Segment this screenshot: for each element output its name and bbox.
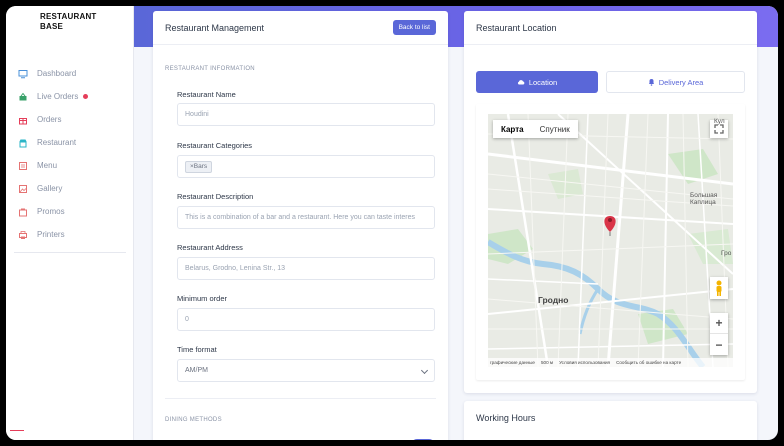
section-divider — [165, 398, 436, 399]
management-header: Restaurant Management Back to list — [153, 11, 448, 45]
printer-icon — [19, 230, 27, 239]
management-title: Restaurant Management — [165, 22, 265, 33]
description-input[interactable]: This is a combination of a bar and a res… — [177, 206, 435, 229]
tab-delivery-area[interactable]: Delivery Area — [606, 71, 745, 93]
time-format-select[interactable]: AM/PM — [177, 359, 435, 382]
map-city-label: Гродно — [538, 295, 569, 305]
brand-logo[interactable]: RESTAURANT BASE — [40, 12, 97, 32]
sidebar-item-restaurant[interactable]: Restaurant — [6, 131, 134, 154]
zoom-out-button[interactable]: − — [710, 334, 728, 355]
tag-icon — [19, 208, 27, 216]
sidebar-divider — [14, 252, 126, 253]
google-map[interactable]: Карта Спутник Кул Большая Каплица Гро Гр… — [488, 114, 733, 367]
time-format-label: Time format — [177, 345, 217, 354]
gift-icon — [19, 117, 27, 124]
map-footer: графические данные 500 м Условия использ… — [488, 358, 733, 367]
sidebar-item-dashboard[interactable]: Dashboard — [6, 62, 134, 85]
map-container: Карта Спутник Кул Большая Каплица Гро Гр… — [476, 104, 745, 380]
map-data-attribution: графические данные — [490, 360, 535, 365]
name-label: Restaurant Name — [177, 90, 236, 99]
category-tag[interactable]: × Bars — [185, 160, 213, 173]
image-icon — [19, 184, 27, 193]
map-type-map-button[interactable]: Карта — [493, 120, 532, 138]
sidebar-nav: Dashboard Live Orders Orders Restaurant … — [6, 62, 134, 253]
categories-select[interactable]: × Bars — [177, 155, 435, 178]
location-header: Restaurant Location — [464, 11, 757, 45]
map-scale: 500 м — [540, 360, 554, 365]
working-hours-card: Working Hours — [464, 401, 757, 440]
menu-icon — [19, 161, 27, 170]
monitor-icon — [18, 69, 28, 78]
map-label-top-right: Кул — [714, 118, 725, 125]
zoom-in-button[interactable]: + — [710, 313, 728, 334]
location-card: Restaurant Location Location Delivery Ar… — [464, 11, 757, 393]
cloud-icon — [517, 80, 525, 85]
basket-icon — [19, 92, 27, 100]
management-card: Restaurant Management Back to list RESTA… — [153, 11, 448, 440]
section-restaurant-info: RESTAURANT INFORMATION — [165, 66, 255, 72]
back-to-list-button[interactable]: Back to list — [392, 20, 436, 35]
map-type-satellite-button[interactable]: Спутник — [532, 120, 578, 138]
zoom-control: + − — [710, 313, 728, 355]
description-label: Restaurant Description — [177, 192, 254, 201]
section-dining-methods: DINING METHODS — [165, 417, 222, 423]
live-orders-badge — [83, 94, 89, 99]
sidebar-item-gallery[interactable]: Gallery — [6, 177, 134, 200]
tab-location[interactable]: Location — [476, 71, 598, 93]
store-icon — [19, 139, 27, 147]
map-type-control: Карта Спутник — [493, 120, 578, 138]
categories-label: Restaurant Categories — [177, 141, 253, 150]
sidebar-footer-mark — [10, 430, 24, 436]
sidebar-item-menu[interactable]: Menu — [6, 154, 134, 177]
sidebar-item-printers[interactable]: Printers — [6, 223, 134, 246]
min-order-input[interactable]: 0 — [177, 308, 435, 331]
bell-icon — [648, 79, 654, 86]
address-input[interactable]: Belarus, Grodno, Lenina Str., 13 — [177, 257, 435, 280]
map-label-district: Большая Каплица — [690, 192, 718, 206]
street-view-button[interactable] — [710, 277, 728, 299]
min-order-label: Minimum order — [177, 294, 228, 303]
sidebar-item-orders[interactable]: Orders — [6, 108, 134, 131]
sidebar: RESTAURANT BASE Dashboard Live Orders Or… — [6, 6, 134, 440]
working-hours-title: Working Hours — [476, 413, 536, 423]
sidebar-item-promos[interactable]: Promos — [6, 200, 134, 223]
chevron-down-icon — [420, 366, 429, 375]
map-tiles — [488, 114, 733, 367]
sidebar-item-live-orders[interactable]: Live Orders — [6, 85, 134, 108]
map-terms-link[interactable]: Условия использования — [559, 360, 610, 365]
restaurant-name-input[interactable]: Houdini — [177, 103, 435, 126]
app-frame: RESTAURANT BASE Dashboard Live Orders Or… — [6, 6, 778, 440]
pegman-icon — [716, 280, 722, 296]
location-title: Restaurant Location — [476, 22, 557, 33]
map-label-right: Гро — [721, 250, 732, 257]
address-label: Restaurant Address — [177, 243, 243, 252]
dining-method-toggle[interactable] — [411, 439, 435, 440]
map-report-link[interactable]: Сообщить об ошибке на карте — [616, 360, 681, 365]
working-hours-header: Working Hours — [464, 401, 757, 435]
